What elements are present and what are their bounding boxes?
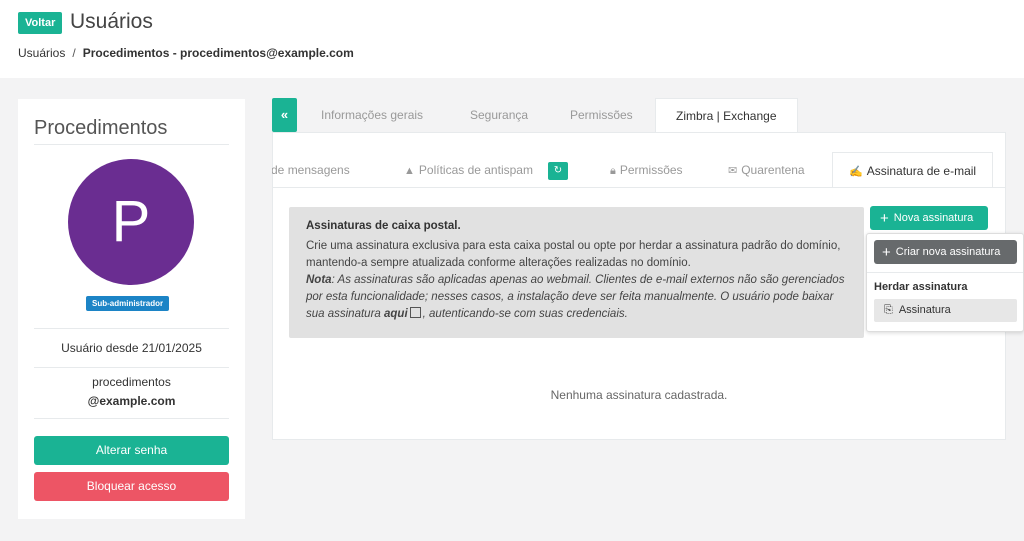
inherit-item-label: Assinatura: [898, 304, 951, 316]
subtab-permissoes[interactable]: 🔒︎ Permissões: [610, 152, 683, 187]
subtab-assinatura[interactable]: ✍ Assinatura de e-mail: [832, 152, 994, 187]
create-signature-button[interactable]: + Criar nova assinatura: [874, 240, 1017, 264]
subtab-mensagens[interactable]: o de mensagens: [272, 152, 350, 187]
subtab-label: Assinatura de e-mail: [866, 164, 977, 178]
signature-icon: ✍: [849, 166, 863, 178]
avatar: P: [68, 159, 194, 285]
subtab-label: o de mensagens: [272, 163, 350, 177]
note-label: Nota: [306, 274, 332, 286]
warning-icon: ▲: [404, 165, 415, 177]
info-body: Crie uma assinatura exclusiva para esta …: [306, 240, 841, 269]
user-login: procedimentos: [92, 375, 171, 389]
profile-name: Procedimentos: [34, 117, 168, 139]
info-title: Assinaturas de caixa postal.: [306, 220, 461, 232]
copy-icon: ⎘: [884, 304, 893, 316]
divider: [867, 272, 1023, 273]
subtab-label: Quarentena: [741, 163, 805, 177]
lock-icon: 🔒︎: [610, 165, 616, 177]
breadcrumb-root[interactable]: Usuários: [18, 46, 65, 60]
info-box: Assinaturas de caixa postal. Crie uma as…: [289, 207, 864, 338]
page-header: Voltar Usuários Usuários / Procedimentos -…: [0, 0, 1024, 78]
tab-permissoes[interactable]: Permissões: [570, 98, 633, 132]
block-access-button[interactable]: Bloquear acesso: [34, 472, 229, 501]
breadcrumb-current: Procedimentos - procedimentos@example.co…: [82, 46, 354, 60]
subtab-antispam[interactable]: ▲ Políticas de antispam: [404, 152, 533, 187]
divider: [34, 418, 229, 419]
inherit-signature-item[interactable]: ⎘ Assinatura: [874, 299, 1017, 322]
profile-card: Procedimentos P Sub-administrador Usuári…: [18, 99, 245, 519]
external-link-icon[interactable]: [409, 307, 421, 318]
sub-tabs: o de mensagens ▲Políticas de antispam 🔒︎…: [272, 152, 1006, 188]
collapse-sidebar-button[interactable]: «: [272, 98, 297, 132]
note-end: , autenticando-se com suas credenciais.: [422, 308, 628, 320]
subtab-quarentena[interactable]: ✉ Quarentena: [728, 152, 805, 187]
breadcrumb-separator: /: [72, 46, 76, 60]
change-password-button[interactable]: Alterar senha: [34, 436, 229, 465]
refresh-icon[interactable]: ↻: [548, 162, 568, 180]
tab-informacoes-gerais[interactable]: Informações gerais: [321, 98, 423, 132]
tab-seguranca[interactable]: Segurança: [470, 98, 528, 132]
divider: [34, 328, 229, 329]
subtab-label: Permissões: [619, 163, 683, 177]
inherit-header: Herdar assinatura: [874, 281, 968, 293]
info-note: Nota: As assinaturas são aplicadas apena…: [306, 272, 847, 323]
page-title: Usuários: [70, 10, 153, 33]
member-since: Usuário desde 21/01/2025: [61, 341, 202, 355]
back-button[interactable]: Voltar: [18, 12, 63, 34]
download-link[interactable]: aqui: [384, 308, 408, 320]
role-badge: Sub-administrador: [86, 296, 170, 311]
empty-message: Nenhuma assinatura cadastrada.: [550, 388, 728, 402]
plus-icon: +: [882, 244, 891, 261]
create-signature-label: Criar nova assinatura: [895, 246, 1001, 258]
user-domain: @example.com: [87, 394, 176, 408]
new-signature-button[interactable]: + Nova assinatura: [870, 206, 988, 230]
divider: [34, 367, 229, 368]
new-signature-label: Nova assinatura: [893, 212, 974, 224]
plus-icon: +: [880, 210, 889, 227]
divider: [34, 144, 229, 145]
envelope-icon: ✉: [728, 165, 738, 177]
new-signature-dropdown: + Criar nova assinatura Herdar assinatura…: [866, 233, 1024, 332]
breadcrumb: Usuários / Procedimentos - procedimentos@e…: [18, 46, 354, 60]
subtab-label: Políticas de antispam: [418, 163, 533, 177]
tab-zimbra-exchange[interactable]: Zimbra | Exchange: [655, 98, 798, 132]
